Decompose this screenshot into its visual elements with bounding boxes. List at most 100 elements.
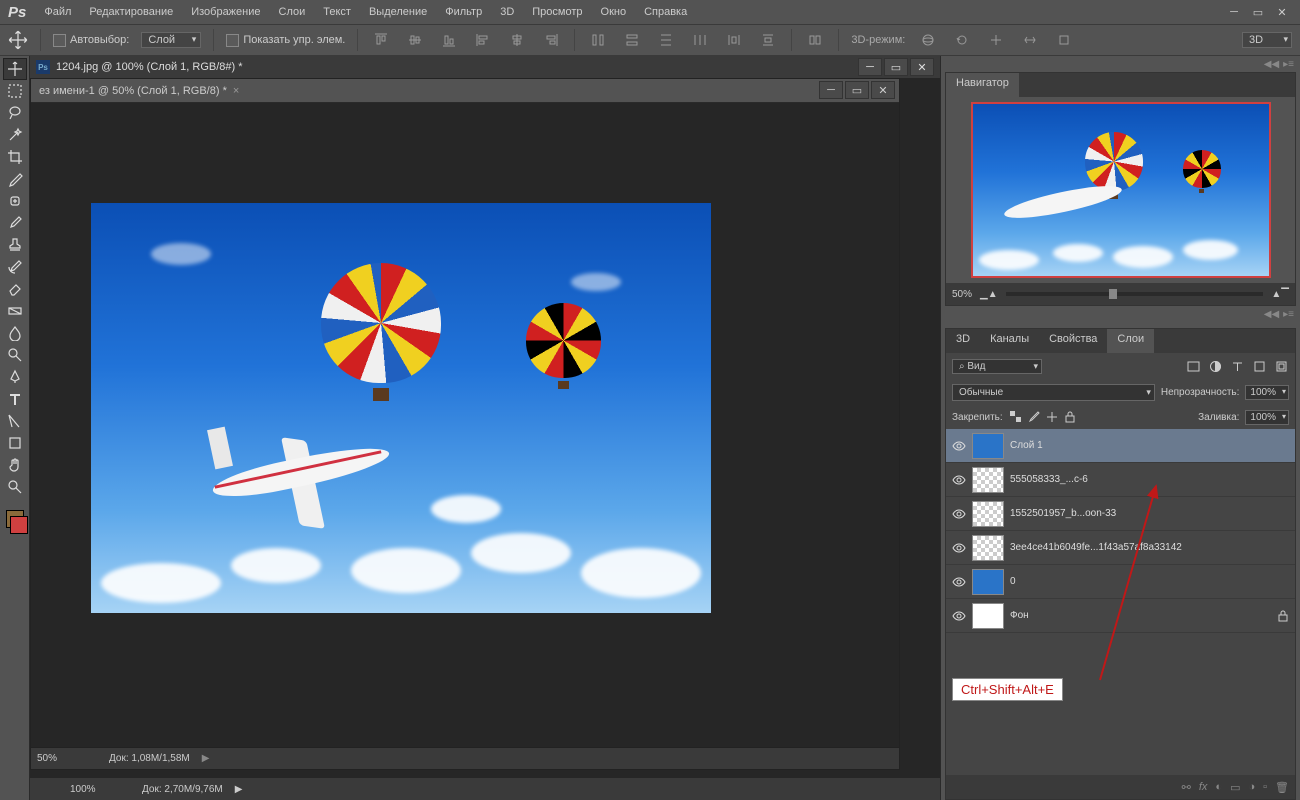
layer-name[interactable]: 555058333_...c-6 bbox=[1010, 474, 1088, 485]
align-bottom-icon[interactable] bbox=[438, 29, 460, 51]
menu-help[interactable]: Справка bbox=[636, 4, 695, 20]
menu-3d[interactable]: 3D bbox=[492, 4, 522, 20]
lock-position-icon[interactable] bbox=[1045, 410, 1059, 424]
menu-window[interactable]: Окно bbox=[593, 4, 635, 20]
maximize-icon[interactable]: ▭ bbox=[1248, 4, 1268, 20]
layer-name[interactable]: Фон bbox=[1010, 610, 1029, 621]
layer-thumbnail[interactable] bbox=[972, 535, 1004, 561]
eraser-tool[interactable] bbox=[3, 278, 27, 300]
lock-transparency-icon[interactable] bbox=[1009, 410, 1023, 424]
fg-zoom-value[interactable]: 50% bbox=[37, 753, 97, 764]
navigator-preview[interactable] bbox=[946, 97, 1295, 283]
autoselect-type-select[interactable]: Слой bbox=[141, 32, 201, 48]
bg-maximize-icon[interactable]: ▭ bbox=[884, 58, 908, 76]
new-group-icon[interactable]: ▭ bbox=[1230, 781, 1240, 794]
tab-layers[interactable]: Слои bbox=[1107, 329, 1154, 353]
tab-close-icon[interactable]: × bbox=[233, 85, 239, 97]
distribute-1-icon[interactable] bbox=[587, 29, 609, 51]
crop-tool[interactable] bbox=[3, 146, 27, 168]
bg-zoom-value[interactable]: 100% bbox=[70, 784, 130, 795]
panel-menu-icon-2[interactable]: ▸≡ bbox=[1283, 309, 1294, 320]
eyedropper-tool[interactable] bbox=[3, 168, 27, 190]
fg-document-tab[interactable]: ез имени-1 @ 50% (Слой 1, RGB/8) * × bbox=[31, 79, 247, 102]
fg-info-arrow-icon[interactable]: ▶ bbox=[202, 753, 210, 764]
shape-tool[interactable] bbox=[3, 432, 27, 454]
navigator-zoom-slider[interactable] bbox=[1006, 292, 1264, 296]
history-brush-tool[interactable] bbox=[3, 256, 27, 278]
distribute-2-icon[interactable] bbox=[621, 29, 643, 51]
menu-text[interactable]: Текст bbox=[315, 4, 359, 20]
layer-name[interactable]: 0 bbox=[1010, 576, 1016, 587]
menu-select[interactable]: Выделение bbox=[361, 4, 435, 20]
3d-mode-select[interactable]: 3D bbox=[1242, 32, 1292, 48]
align-top-icon[interactable] bbox=[370, 29, 392, 51]
layer-row[interactable]: 3ee4ce41b6049fe...1f43a57af8a33142 bbox=[946, 531, 1295, 565]
panel-collapse-icon-2[interactable]: ◀◀ bbox=[1264, 309, 1279, 320]
heal-tool[interactable] bbox=[3, 190, 27, 212]
align-hcenter-icon[interactable] bbox=[506, 29, 528, 51]
wand-tool[interactable] bbox=[3, 124, 27, 146]
visibility-eye-icon[interactable] bbox=[952, 541, 966, 555]
navigator-tab[interactable]: Навигатор bbox=[946, 73, 1019, 97]
visibility-eye-icon[interactable] bbox=[952, 439, 966, 453]
layer-name[interactable]: 1552501957_b...oon-33 bbox=[1010, 508, 1116, 519]
bg-info-arrow-icon[interactable]: ▶ bbox=[235, 784, 243, 795]
gradient-tool[interactable] bbox=[3, 300, 27, 322]
layer-row[interactable]: 0 bbox=[946, 565, 1295, 599]
link-layers-icon[interactable]: ⚯ bbox=[1182, 781, 1191, 794]
lock-pixels-icon[interactable] bbox=[1027, 410, 1041, 424]
tab-properties[interactable]: Свойства bbox=[1039, 329, 1107, 353]
layer-name[interactable]: 3ee4ce41b6049fe...1f43a57af8a33142 bbox=[1010, 542, 1182, 553]
mask-icon[interactable]: ◐ bbox=[1215, 781, 1222, 793]
new-adjustment-icon[interactable]: ◑ bbox=[1248, 781, 1255, 793]
layer-row[interactable]: 1552501957_b...oon-33 bbox=[946, 497, 1295, 531]
align-left-icon[interactable] bbox=[472, 29, 494, 51]
hand-tool[interactable] bbox=[3, 454, 27, 476]
3d-scale-icon[interactable] bbox=[1053, 29, 1075, 51]
move-tool[interactable] bbox=[3, 58, 27, 80]
visibility-eye-icon[interactable] bbox=[952, 609, 966, 623]
canvas[interactable] bbox=[31, 103, 899, 747]
panel-menu-icon[interactable]: ▸≡ bbox=[1283, 59, 1294, 70]
align-right-icon[interactable] bbox=[540, 29, 562, 51]
menu-image[interactable]: Изображение bbox=[183, 4, 268, 20]
distribute-4-icon[interactable] bbox=[689, 29, 711, 51]
3d-slide-icon[interactable] bbox=[1019, 29, 1041, 51]
layer-thumbnail[interactable] bbox=[972, 603, 1004, 629]
align-vcenter-icon[interactable] bbox=[404, 29, 426, 51]
fx-icon[interactable]: fx bbox=[1199, 781, 1208, 793]
tab-channels[interactable]: Каналы bbox=[980, 329, 1039, 353]
visibility-eye-icon[interactable] bbox=[952, 575, 966, 589]
layer-row[interactable]: 555058333_...c-6 bbox=[946, 463, 1295, 497]
visibility-eye-icon[interactable] bbox=[952, 507, 966, 521]
autoselect-checkbox[interactable]: Автовыбор: bbox=[53, 34, 129, 47]
lasso-tool[interactable] bbox=[3, 102, 27, 124]
filter-shape-icon[interactable] bbox=[1251, 358, 1267, 374]
blend-mode-select[interactable]: Обычные bbox=[952, 384, 1155, 401]
layer-row[interactable]: Фон bbox=[946, 599, 1295, 633]
layer-thumbnail[interactable] bbox=[972, 433, 1004, 459]
delete-layer-icon[interactable]: 🗑 bbox=[1275, 781, 1289, 794]
navigator-zoom-value[interactable]: 50% bbox=[952, 289, 972, 300]
panel-collapse-icon[interactable]: ◀◀ bbox=[1264, 59, 1279, 70]
dodge-tool[interactable] bbox=[3, 344, 27, 366]
menu-file[interactable]: Файл bbox=[36, 4, 79, 20]
show-controls-checkbox[interactable]: Показать упр. элем. bbox=[226, 34, 345, 47]
opacity-input[interactable]: 100% bbox=[1245, 385, 1289, 400]
type-tool[interactable] bbox=[3, 388, 27, 410]
minimize-icon[interactable]: ─ bbox=[1224, 4, 1244, 20]
background-swatch[interactable] bbox=[10, 516, 28, 534]
layer-filter-select[interactable]: ⌕ Вид bbox=[952, 359, 1042, 374]
3d-roll-icon[interactable] bbox=[951, 29, 973, 51]
auto-align-icon[interactable] bbox=[804, 29, 826, 51]
distribute-6-icon[interactable] bbox=[757, 29, 779, 51]
fg-close-icon[interactable]: ✕ bbox=[871, 81, 895, 99]
pen-tool[interactable] bbox=[3, 366, 27, 388]
filter-adjust-icon[interactable] bbox=[1207, 358, 1223, 374]
zoom-in-icon[interactable]: ▲▔ bbox=[1271, 289, 1289, 300]
3d-pan-icon[interactable] bbox=[985, 29, 1007, 51]
marquee-tool[interactable] bbox=[3, 80, 27, 102]
bg-document-tab[interactable]: Ps 1204.jpg @ 100% (Слой 1, RGB/8#) * ─ … bbox=[30, 56, 940, 78]
bg-close-icon[interactable]: ✕ bbox=[910, 58, 934, 76]
bg-minimize-icon[interactable]: ─ bbox=[858, 58, 882, 76]
